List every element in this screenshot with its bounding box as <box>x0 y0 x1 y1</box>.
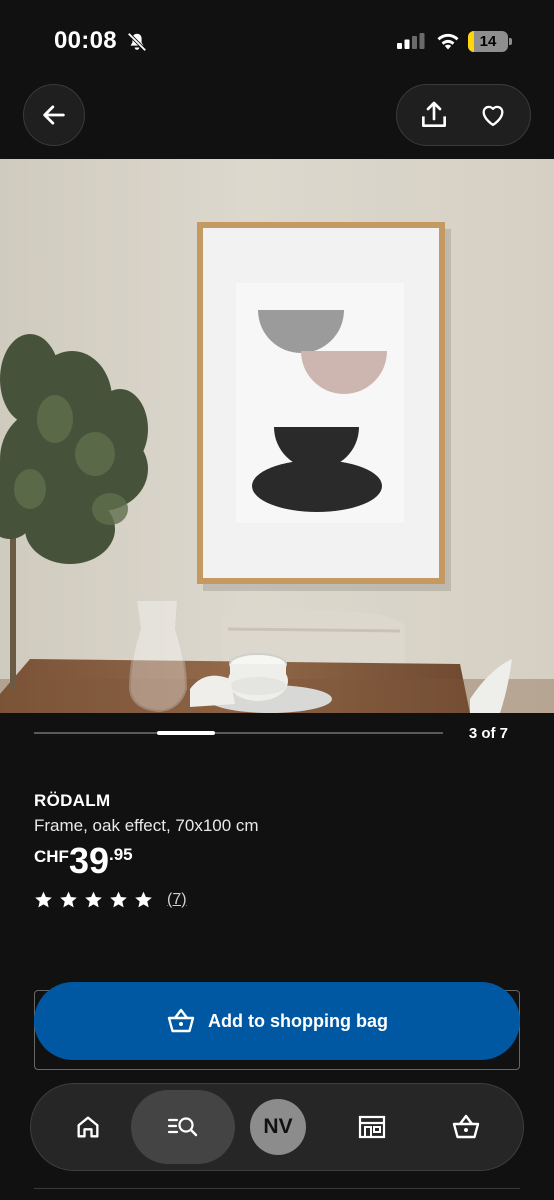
heart-icon <box>482 105 504 127</box>
price-decimal: .95 <box>109 845 133 864</box>
star-icon <box>135 891 152 908</box>
star-icon <box>85 891 102 908</box>
tab-bag[interactable] <box>431 1090 501 1164</box>
carousel-position <box>156 731 216 735</box>
bell-off-icon <box>127 32 147 52</box>
battery-cap <box>509 38 512 45</box>
avatar: NV <box>250 1099 306 1155</box>
battery-level: 14 <box>479 33 497 50</box>
price-currency: CHF <box>34 847 69 866</box>
share-icon <box>422 101 447 127</box>
shopping-bag-icon <box>167 1008 195 1033</box>
product-rating[interactable]: (7) <box>34 890 187 909</box>
tab-stores[interactable] <box>337 1090 407 1164</box>
review-count-link[interactable]: (7) <box>167 891 187 909</box>
star-icon <box>35 891 52 908</box>
bottom-tab-bar: NV <box>30 1083 524 1171</box>
image-counter: 3 of 7 <box>468 725 508 742</box>
share-button[interactable] <box>409 90 459 140</box>
add-to-bag-label: Add to shopping bag <box>208 1010 388 1031</box>
shopping-bag-icon <box>452 1114 480 1139</box>
product-price: CHF 39 .95 <box>34 842 133 882</box>
star-icon <box>60 891 77 908</box>
arrow-left-icon <box>43 105 65 125</box>
product-name: RÖDALM <box>34 791 111 810</box>
product-actions <box>396 84 531 146</box>
wifi-icon <box>437 33 459 50</box>
status-bar: 00:08 14 <box>0 0 554 80</box>
back-button[interactable] <box>23 84 85 146</box>
carousel-track <box>34 732 443 734</box>
tab-profile[interactable]: NV <box>243 1090 313 1164</box>
product-image[interactable] <box>0 159 554 713</box>
rating-stars <box>34 890 159 909</box>
home-icon <box>77 1116 99 1138</box>
cellular-signal-icon <box>397 33 425 49</box>
store-icon <box>358 1115 386 1139</box>
product-description: Frame, oak effect, 70x100 cm <box>34 816 259 835</box>
tab-search[interactable] <box>131 1090 235 1164</box>
image-carousel-indicator: 3 of 7 <box>34 722 514 746</box>
favorite-button[interactable] <box>468 90 518 140</box>
battery-indicator: 14 <box>468 31 508 52</box>
add-to-bag-button[interactable]: Add to shopping bag <box>34 982 520 1060</box>
product-photo <box>0 159 554 713</box>
search-list-icon <box>167 1117 198 1137</box>
star-icon <box>110 891 127 908</box>
price-whole: 39 <box>68 840 109 881</box>
divider <box>34 1188 520 1189</box>
status-time: 00:08 <box>54 27 117 54</box>
tab-home[interactable] <box>53 1090 123 1164</box>
